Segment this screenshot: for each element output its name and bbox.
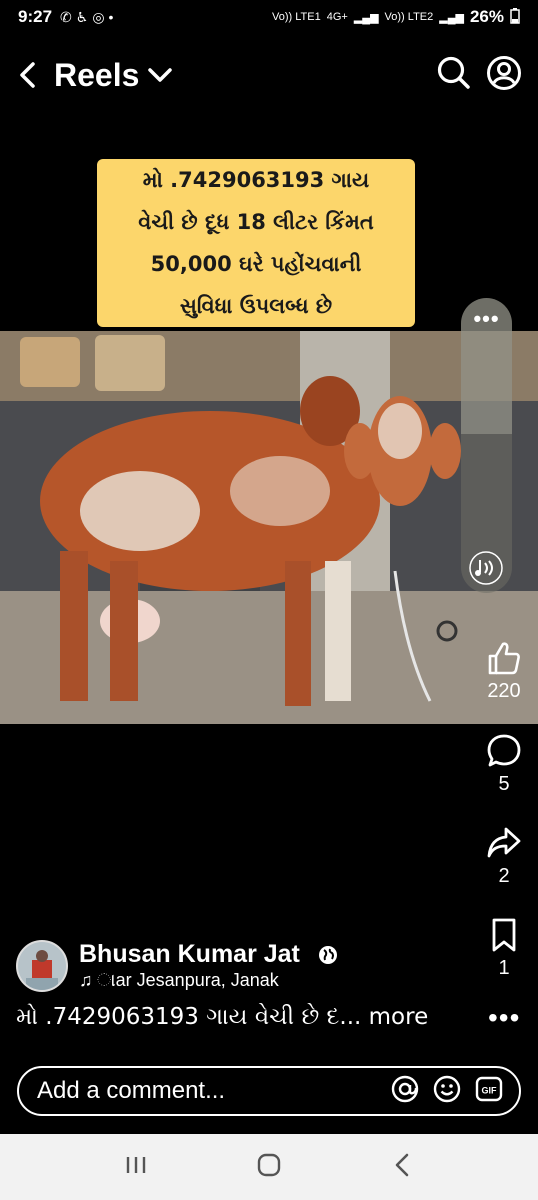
- more-link[interactable]: more: [369, 1004, 429, 1030]
- caption-line: સુવિધા ઉપલબ્ધ છે: [179, 294, 333, 318]
- author-name[interactable]: Bhusan Kumar Jat: [79, 940, 300, 969]
- battery-level: 26%: [469, 7, 504, 26]
- gif-icon: GIF: [475, 1076, 503, 1101]
- more-options-icon[interactable]: •••: [488, 1004, 520, 1032]
- reels-dropdown[interactable]: [147, 66, 173, 84]
- comment-bar: GIF: [17, 1066, 521, 1116]
- recent-apps-button[interactable]: [124, 1153, 148, 1182]
- cow-photo: [0, 331, 538, 724]
- network-right: Vo)) LTE2: [384, 11, 434, 23]
- bookmark-icon: [492, 918, 516, 952]
- caption-line: વેચી છે દૂધ 18 લીટર કિંમત: [138, 210, 374, 234]
- at-sign-icon: [391, 1075, 419, 1102]
- like-count: 220: [487, 680, 521, 702]
- avatar[interactable]: [16, 940, 68, 992]
- recent-apps-icon: [126, 1156, 146, 1173]
- sound-icon[interactable]: [469, 551, 503, 585]
- volume-slider[interactable]: •••: [461, 298, 512, 593]
- network-left: Vo)) LTE1: [271, 11, 321, 23]
- caption-line: મો .7429063193 ગાય: [142, 168, 370, 192]
- whatsapp-icon: ◎: [92, 8, 105, 25]
- gif-button[interactable]: GIF: [475, 1075, 503, 1108]
- share-button[interactable]: 2: [470, 825, 538, 888]
- missed-call-icon: ✆: [60, 8, 72, 25]
- signal-icon: ▂▄▆: [353, 11, 379, 24]
- share-icon: [487, 827, 521, 858]
- back-button[interactable]: [16, 55, 44, 95]
- reel-author: Bhusan Kumar Jat ♫ ાar Jesanpura, Janak: [16, 940, 456, 992]
- status-bar: 9:27 ✆ ♿ ◎ • Vo)) LTE1 4G+ ▂▄▆ Vo)) LTE2…: [0, 0, 538, 34]
- music-note-icon: ♫: [79, 970, 116, 990]
- save-button[interactable]: 1: [470, 917, 538, 980]
- accessibility-icon: ♿: [75, 8, 89, 25]
- chevron-left-icon: [20, 62, 35, 88]
- comment-icon: [487, 734, 521, 767]
- emoji-button[interactable]: [433, 1075, 461, 1108]
- thumbs-up-icon: [488, 642, 520, 675]
- signal-icon-2: ▂▄▆: [439, 11, 464, 24]
- home-button[interactable]: [256, 1152, 282, 1183]
- save-count: 1: [498, 957, 510, 979]
- audio-track[interactable]: ♫ ાar Jesanpura, Janak: [79, 970, 309, 991]
- search-icon: [437, 56, 470, 89]
- reel-video[interactable]: મો .7429063193 ગાય વેચી છે દૂધ 18 લીટર ક…: [0, 120, 538, 740]
- audio-track-label: ાar Jesanpura, Janak: [115, 970, 279, 990]
- chevron-down-icon: [148, 68, 173, 82]
- nav-back-icon: [395, 1153, 409, 1176]
- reels-header: Reels: [0, 48, 538, 102]
- caption-line: 50,000 ઘરે પહોંચવાની: [150, 252, 362, 276]
- nav-back-button[interactable]: [390, 1152, 414, 1183]
- svg-text:GIF: GIF: [482, 1085, 498, 1095]
- system-nav-bar: [0, 1134, 538, 1200]
- status-time: 9:27: [18, 7, 53, 26]
- comment-input[interactable]: [37, 1077, 391, 1105]
- mention-button[interactable]: [391, 1075, 419, 1108]
- post-caption[interactable]: મો .7429063193 ગાય વેચી છે દ... more: [16, 1004, 428, 1030]
- like-button[interactable]: 220: [470, 640, 538, 703]
- search-button[interactable]: [436, 55, 472, 96]
- emoji-icon: [433, 1075, 461, 1102]
- video-caption-overlay: મો .7429063193 ગાય વેચી છે દૂધ 18 લીટર ક…: [97, 159, 415, 327]
- notification-dot-icon: •: [108, 9, 114, 25]
- profile-icon: [487, 55, 521, 90]
- post-caption-text: મો .7429063193 ગાય વેચી છે દ...: [16, 1004, 362, 1030]
- globe-icon: [318, 945, 338, 970]
- comment-button[interactable]: 5: [470, 733, 538, 796]
- battery-icon: [510, 7, 520, 27]
- profile-button[interactable]: [486, 55, 522, 96]
- share-count: 2: [498, 865, 510, 887]
- comment-count: 5: [498, 773, 510, 795]
- page-title[interactable]: Reels: [54, 57, 139, 94]
- network-mid: 4G+: [326, 11, 348, 23]
- more-options-icon[interactable]: •••: [461, 308, 512, 330]
- home-icon: [257, 1153, 281, 1176]
